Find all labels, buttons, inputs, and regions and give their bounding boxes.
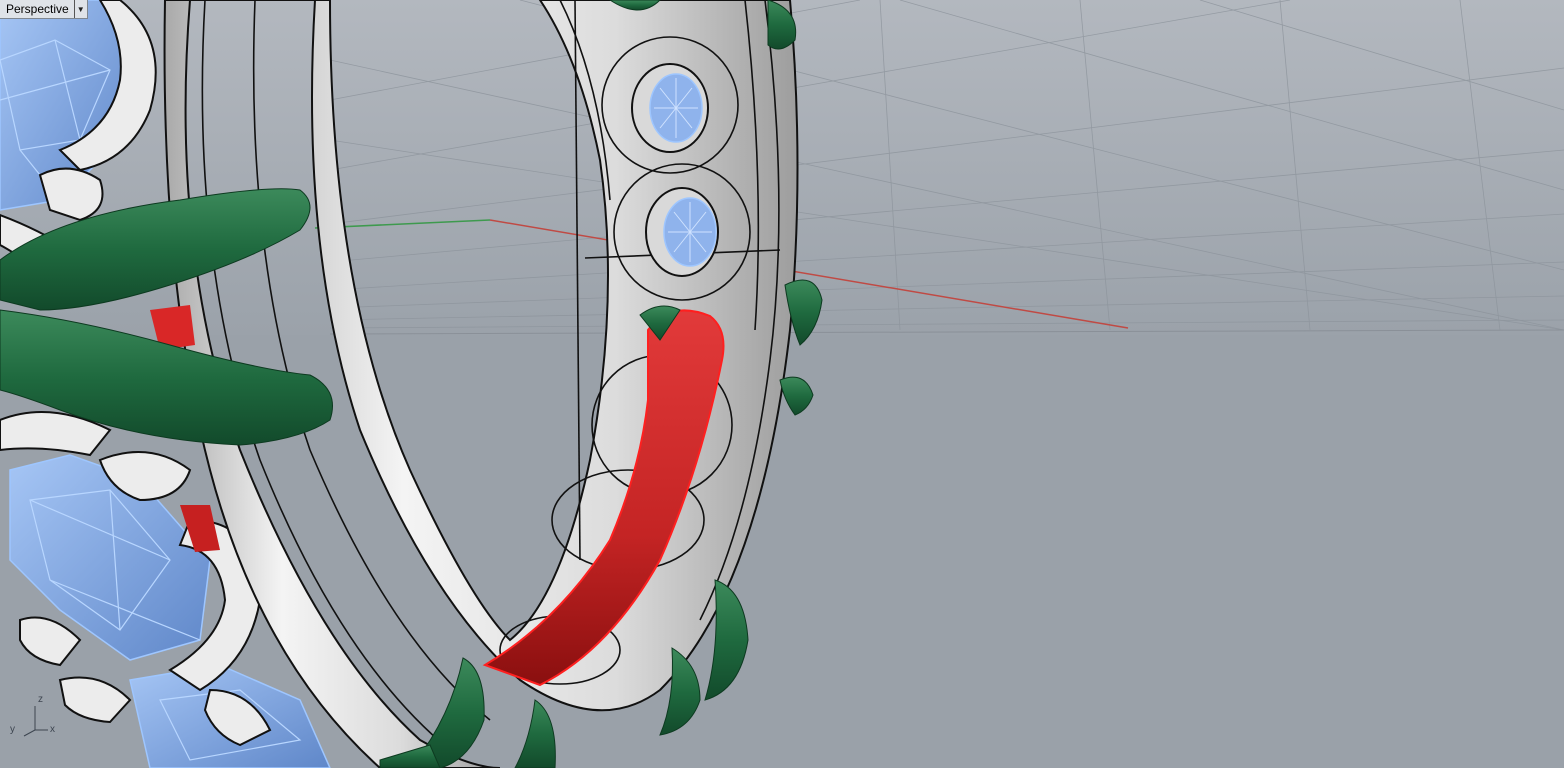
axis-label-x: x: [50, 724, 55, 735]
triangle-down-icon[interactable]: ▼: [73, 0, 87, 18]
axis-label-y: y: [10, 724, 15, 735]
viewport-title-tab[interactable]: Perspective ▼: [0, 0, 88, 19]
perspective-viewport[interactable]: [0, 0, 1564, 768]
axis-label-z: z: [38, 694, 43, 705]
viewport-name-label[interactable]: Perspective: [0, 0, 74, 18]
axis-triad-widget: [23, 706, 48, 737]
